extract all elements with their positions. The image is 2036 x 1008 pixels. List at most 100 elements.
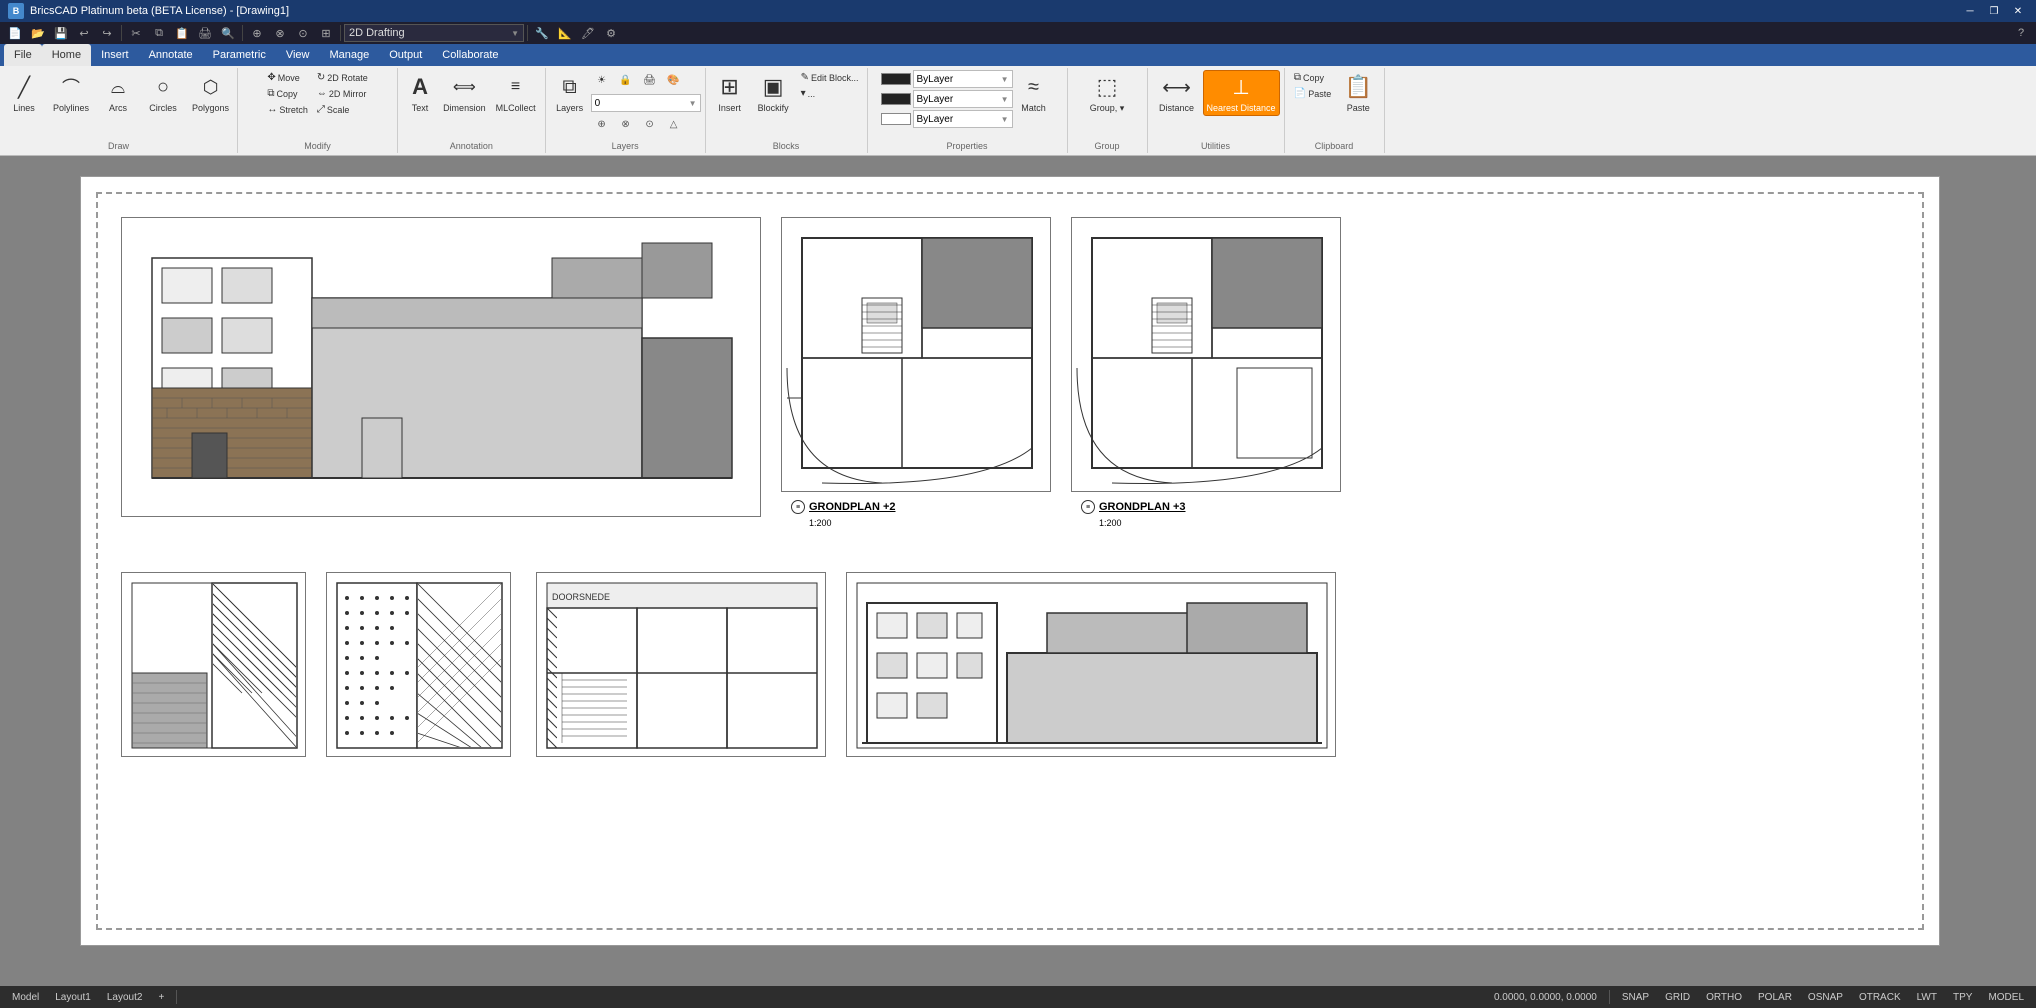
- mirror2d-button[interactable]: ⇔ 2D Mirror: [313, 86, 372, 101]
- minimize-button[interactable]: ─: [1960, 3, 1980, 19]
- grid-status[interactable]: GRID: [1661, 992, 1694, 1003]
- restore-button[interactable]: ❐: [1984, 3, 2004, 19]
- detail3-viewport[interactable]: DOORSNEDE: [536, 572, 826, 757]
- ortho-status[interactable]: ORTHO: [1702, 992, 1746, 1003]
- tab-output[interactable]: Output: [379, 44, 432, 66]
- edit-block-button[interactable]: ✎ Edit Block...: [797, 70, 863, 85]
- move-button[interactable]: ✥ Move: [263, 70, 312, 85]
- match-button[interactable]: ≈ Match: [1014, 70, 1054, 116]
- draw-group-label: Draw: [0, 141, 237, 151]
- linetype-prop-box[interactable]: ByLayer ▼: [913, 90, 1013, 108]
- undo-button[interactable]: ↩: [73, 23, 95, 43]
- layer-name-box[interactable]: 0 ▼: [591, 94, 701, 112]
- tab-parametric[interactable]: Parametric: [203, 44, 276, 66]
- layout1-tab[interactable]: Layout1: [51, 992, 95, 1003]
- detail2-viewport[interactable]: [326, 572, 511, 757]
- snap-btn4[interactable]: ⊞: [315, 23, 337, 43]
- tab-file[interactable]: File: [4, 44, 42, 66]
- separator: [121, 25, 122, 41]
- insert-button[interactable]: ⊞ Insert: [710, 70, 750, 116]
- copy-qa-button[interactable]: ⧉: [148, 23, 170, 43]
- quick-access-toolbar: 📄 📂 💾 ↩ ↪ ✂ ⧉ 📋 🖨 🔍 ⊕ ⊗ ⊙ ⊞ 2D Drafting …: [0, 22, 2036, 44]
- scale-button[interactable]: ⤢ Scale: [313, 102, 372, 117]
- cut-button[interactable]: ✂: [125, 23, 147, 43]
- tab-manage[interactable]: Manage: [319, 44, 379, 66]
- layer-icon8[interactable]: △: [663, 114, 685, 134]
- polylines-button[interactable]: ⌒ Polylines: [49, 70, 93, 116]
- layer-icon7[interactable]: ⊙: [639, 114, 661, 134]
- lines-button[interactable]: ╱ Lines: [4, 70, 44, 116]
- color-prop-box[interactable]: ByLayer ▼: [913, 70, 1013, 88]
- distance-button[interactable]: ⟷ Distance: [1152, 70, 1202, 116]
- stretch-button[interactable]: ↔ Stretch: [263, 102, 312, 117]
- circles-button[interactable]: ○ Circles: [143, 70, 183, 116]
- polygons-button[interactable]: ⬡ Polygons: [188, 70, 233, 116]
- snap-status[interactable]: SNAP: [1618, 992, 1653, 1003]
- blockify-button[interactable]: ▣ Blockify: [751, 70, 796, 116]
- rotate2d-button[interactable]: ↻ 2D Rotate: [313, 70, 372, 85]
- tab-home[interactable]: Home: [42, 44, 91, 66]
- layer-icon1[interactable]: ☀: [591, 70, 613, 90]
- save-button[interactable]: 💾: [50, 23, 72, 43]
- arcs-button[interactable]: ⌓ Arcs: [98, 70, 138, 116]
- layer-icon5[interactable]: ⊕: [591, 114, 613, 134]
- canvas-area[interactable]: ≡ AXO BEELD: [0, 156, 2036, 986]
- clipboard-copy-button[interactable]: ⧉ Copy: [1290, 70, 1335, 85]
- title-bar: B BricsCAD Platinum beta (BETA License) …: [0, 0, 2036, 22]
- plan3-viewport[interactable]: [1071, 217, 1341, 492]
- model-tab[interactable]: Model: [8, 992, 43, 1003]
- help-button[interactable]: ?: [2010, 23, 2032, 43]
- detail1-viewport[interactable]: [121, 572, 306, 757]
- add-layout-btn[interactable]: +: [154, 992, 168, 1003]
- mlcollect-button[interactable]: ≡ MLCollect: [491, 70, 541, 116]
- axo-viewport[interactable]: [121, 217, 761, 517]
- workspace-selector[interactable]: 2D Drafting ▼: [344, 24, 524, 42]
- polar-status[interactable]: POLAR: [1754, 992, 1796, 1003]
- zoom-button[interactable]: 🔍: [217, 23, 239, 43]
- lineweight-prop-box[interactable]: ByLayer ▼: [913, 110, 1013, 128]
- snap-btn[interactable]: ⊕: [246, 23, 268, 43]
- snap-btn2[interactable]: ⊗: [269, 23, 291, 43]
- tab-view[interactable]: View: [276, 44, 320, 66]
- lwt-status[interactable]: LWT: [1913, 992, 1941, 1003]
- tab-collaborate[interactable]: Collaborate: [432, 44, 508, 66]
- redo-button[interactable]: ↪: [96, 23, 118, 43]
- close-button[interactable]: ✕: [2008, 3, 2028, 19]
- group-button[interactable]: ⬚ Group, ▾: [1077, 70, 1137, 117]
- plan2-viewport[interactable]: [781, 217, 1051, 492]
- open-button[interactable]: 📂: [27, 23, 49, 43]
- osnap-status[interactable]: OSNAP: [1804, 992, 1847, 1003]
- layout2-tab[interactable]: Layout2: [103, 992, 147, 1003]
- otrack-status[interactable]: OTRACK: [1855, 992, 1905, 1003]
- color-swatch: [881, 73, 911, 85]
- paste-qa-button[interactable]: 📋: [171, 23, 193, 43]
- drawing-canvas[interactable]: ≡ AXO BEELD: [80, 176, 1940, 946]
- paste-button[interactable]: 📋 Paste: [1338, 70, 1378, 116]
- settings-btn4[interactable]: ⚙: [600, 23, 622, 43]
- layer-icon6[interactable]: ⊗: [615, 114, 637, 134]
- layer-icon3[interactable]: 🖨: [639, 70, 661, 90]
- settings-btn3[interactable]: 🖊: [577, 23, 599, 43]
- settings-btn2[interactable]: 📐: [554, 23, 576, 43]
- clipboard-paste-small-button[interactable]: 📄 Paste: [1290, 86, 1335, 101]
- tab-insert[interactable]: Insert: [91, 44, 139, 66]
- plan3-title: GRONDPLAN +3: [1099, 501, 1186, 513]
- tpy-status[interactable]: TPY: [1949, 992, 1976, 1003]
- snap-btn3[interactable]: ⊙: [292, 23, 314, 43]
- settings-btn1[interactable]: 🔧: [531, 23, 553, 43]
- ribbon-tabs: File Home Insert Annotate Parametric Vie…: [0, 44, 2036, 66]
- print-button[interactable]: 🖨: [194, 23, 216, 43]
- detail4-viewport[interactable]: [846, 572, 1336, 757]
- layer-icon4[interactable]: 🎨: [663, 70, 685, 90]
- nearest-distance-button[interactable]: ⊥ Nearest Distance: [1203, 70, 1280, 116]
- tab-annotate[interactable]: Annotate: [139, 44, 203, 66]
- dimension-button[interactable]: ⟺ Dimension: [439, 70, 490, 116]
- layers-button[interactable]: ⧉ Layers: [550, 70, 590, 116]
- block-more-button[interactable]: ▾ ...: [797, 86, 863, 101]
- model-status[interactable]: MODEL: [1984, 992, 2028, 1003]
- text-button[interactable]: A Text: [402, 70, 438, 116]
- layer-icon2[interactable]: 🔒: [615, 70, 637, 90]
- new-button[interactable]: 📄: [4, 23, 26, 43]
- copy-button[interactable]: ⧉ Copy: [263, 86, 312, 101]
- utilities-group-label: Utilities: [1148, 141, 1284, 151]
